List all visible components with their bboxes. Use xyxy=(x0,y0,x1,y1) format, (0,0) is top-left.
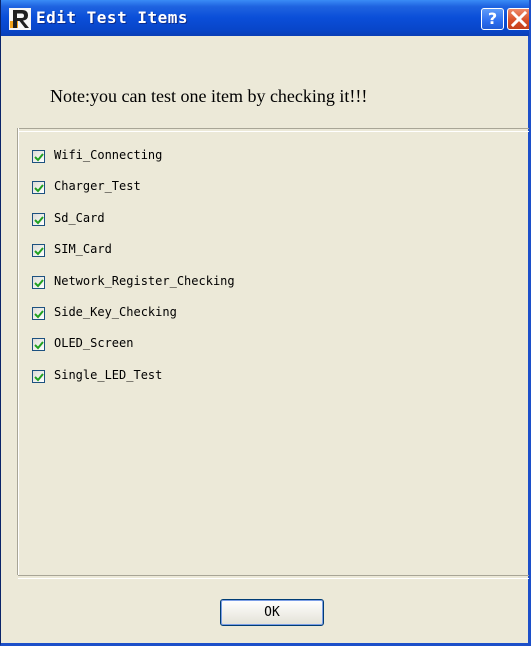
title-bar[interactable]: Edit Test Items ? xyxy=(1,0,529,36)
check-icon xyxy=(34,247,44,256)
window-title: Edit Test Items xyxy=(36,8,188,27)
check-icon xyxy=(34,278,44,288)
help-icon: ? xyxy=(487,9,498,28)
test-item-label: OLED_Screen xyxy=(54,336,134,351)
check-icon xyxy=(34,373,44,382)
check-icon xyxy=(34,310,44,319)
check-icon xyxy=(34,184,44,193)
test-item-label: Charger_Test xyxy=(54,179,141,194)
test-item-checkbox[interactable] xyxy=(32,306,45,320)
test-item-checkbox[interactable] xyxy=(32,212,45,226)
test-item-checkbox[interactable] xyxy=(32,150,45,163)
test-item-checkbox[interactable] xyxy=(32,244,45,258)
help-button[interactable]: ? xyxy=(481,8,504,30)
test-item-checkbox[interactable] xyxy=(32,181,45,195)
close-button[interactable] xyxy=(507,8,529,30)
test-item-checkbox[interactable] xyxy=(32,369,45,383)
test-item-label: Single_LED_Test xyxy=(54,367,163,382)
test-item-checkbox[interactable] xyxy=(32,275,45,289)
check-icon xyxy=(34,153,44,162)
test-item-checkbox[interactable] xyxy=(32,338,45,352)
ok-button[interactable]: OK xyxy=(220,599,324,626)
check-icon xyxy=(34,216,44,225)
test-item-label: Side_Key_Checking xyxy=(54,304,177,319)
app-r-icon xyxy=(9,8,31,30)
test-item-label: Wifi_Connecting xyxy=(54,148,163,162)
test-item-label: SIM_Card xyxy=(54,242,112,257)
footer-divider xyxy=(18,575,529,579)
test-item-label: Network_Register_Checking xyxy=(54,273,235,288)
note-text: Note:you can test one item by checking i… xyxy=(50,86,368,106)
close-icon xyxy=(510,10,528,28)
test-item-label: Sd_Card xyxy=(54,210,105,225)
note-divider xyxy=(18,128,529,132)
check-icon xyxy=(34,341,44,350)
edit-test-items-dialog: Edit Test Items ? Note:you can test one … xyxy=(0,0,531,646)
list-left-border xyxy=(17,128,19,575)
